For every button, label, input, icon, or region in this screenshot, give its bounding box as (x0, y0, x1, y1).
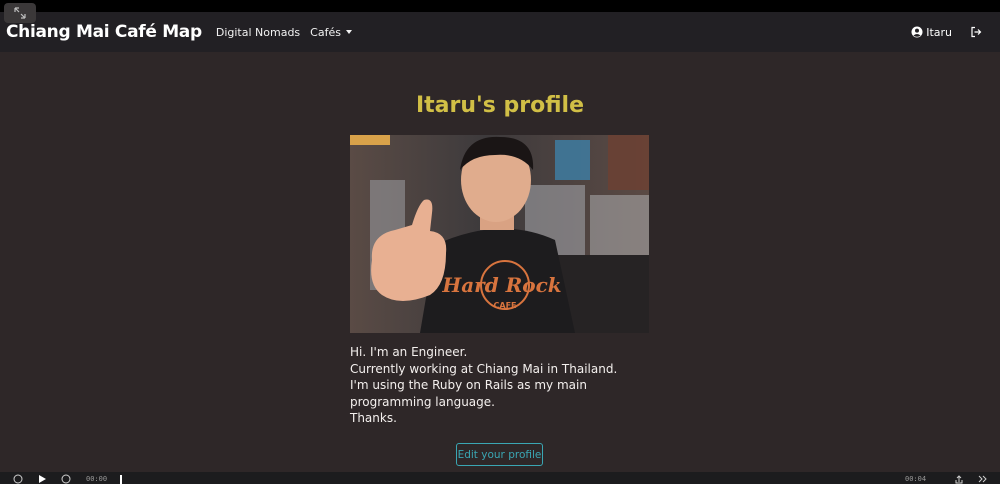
share-icon[interactable] (954, 474, 964, 484)
brand-link[interactable]: Chiang Mai Café Map (6, 22, 202, 42)
shirt-logo-text: Hard Rock (441, 273, 561, 297)
expand-button[interactable] (4, 3, 36, 23)
replay-icon[interactable] (13, 474, 23, 484)
nav-right: Itaru (911, 26, 994, 39)
bio-line: Currently working at Chiang Mai in Thail… (350, 361, 618, 376)
video-player-controls: 00:00 00:04 (0, 472, 1000, 484)
user-name: Itaru (926, 25, 952, 39)
navbar: Chiang Mai Café Map Digital Nomads Cafés… (0, 12, 1000, 52)
bio-line: Thanks. (350, 411, 397, 425)
profile-bio: Hi. I'm an Engineer. Currently working a… (350, 344, 650, 427)
bio-line: I'm using the Ruby on Rails as my main p… (350, 378, 587, 409)
time-total: 00:04 (905, 475, 927, 483)
progress-scrubber[interactable] (120, 475, 122, 484)
user-profile-link[interactable]: Itaru (911, 26, 952, 39)
page-title: Itaru's profile (415, 93, 585, 118)
user-circle-icon (911, 26, 923, 38)
time-current: 00:00 (86, 475, 108, 483)
nav-cafes-dropdown[interactable]: Cafés (310, 26, 352, 39)
top-strip (0, 0, 1000, 12)
edit-profile-button[interactable]: Edit your profile (456, 443, 543, 466)
play-icon[interactable] (37, 474, 47, 484)
double-chevron-icon[interactable] (978, 474, 988, 484)
bio-line: Hi. I'm an Engineer. (350, 345, 468, 359)
profile-photo-image: Hard Rock CAFE (350, 135, 649, 333)
nav-digital-nomads[interactable]: Digital Nomads (216, 26, 300, 39)
caret-down-icon (345, 30, 352, 34)
nav-cafes-label: Cafés (310, 25, 341, 39)
profile-photo: Hard Rock CAFE (350, 135, 649, 333)
logout-icon[interactable] (970, 26, 982, 38)
forward-icon[interactable] (61, 474, 71, 484)
expand-icon (14, 7, 26, 19)
